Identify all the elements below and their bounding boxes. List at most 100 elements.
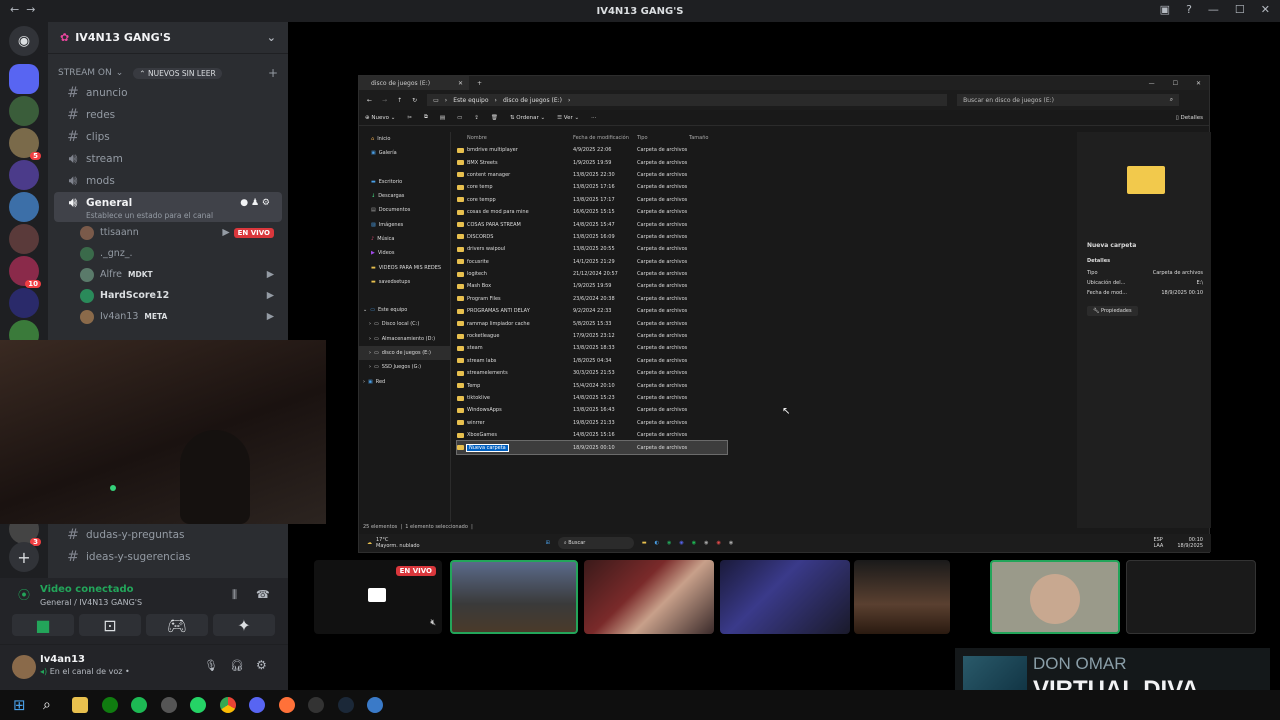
view-button[interactable]: ☰ Ver ⌄ — [557, 115, 579, 121]
search-icon[interactable]: ⌕ — [43, 697, 59, 713]
breadcrumb-item[interactable]: Este equipo — [453, 97, 488, 104]
channel-clips[interactable]: # clips — [54, 126, 282, 148]
file-row[interactable]: Program Files 23/6/2024 20:38 Carpeta de a… — [457, 293, 727, 305]
close-button[interactable]: ✕ — [1261, 3, 1270, 16]
channel-redes[interactable]: # redes — [54, 104, 282, 126]
file-row[interactable]: content manager 13/8/2025 22:30 Carpeta de… — [457, 169, 727, 181]
xbox-icon[interactable]: ◉ — [667, 540, 671, 546]
add-channel-icon[interactable]: + — [268, 66, 278, 80]
video-tile-screenshare[interactable]: EN VIVO 🔇︎ — [314, 560, 442, 634]
chat-icon[interactable]: ● — [240, 198, 248, 208]
screenshare-button[interactable]: ⊡ — [79, 614, 141, 636]
share-icon[interactable]: ⇪ — [474, 115, 479, 121]
language-indicator[interactable]: ESP LAA — [1153, 537, 1163, 549]
video-tile[interactable] — [584, 560, 714, 634]
nav-item[interactable]: ↓ Descargas — [359, 189, 450, 203]
nav-item[interactable]: ♪ Música — [359, 232, 450, 246]
avatar[interactable] — [12, 655, 36, 679]
weather-widget[interactable]: 17°C Mayorm. nublado — [376, 537, 420, 549]
voice-status-subtitle[interactable]: General / IV4N13 GANG'S — [40, 598, 142, 607]
clock[interactable]: 00:10 18/9/2025 — [1177, 537, 1203, 549]
obs-icon[interactable]: ◉ — [729, 540, 733, 546]
file-row[interactable]: Temp 15/4/2024 20:10 Carpeta de archivos — [457, 379, 727, 391]
file-row[interactable]: COSAS PARA STREAM 14/8/2025 15:47 Carpeta … — [457, 218, 727, 230]
channel-anuncio[interactable]: # anuncio — [54, 82, 282, 104]
nav-item[interactable]: ▬ VIDEOS PARA MIS REDES — [359, 260, 450, 274]
inbox-icon[interactable]: ▣ — [1160, 3, 1170, 16]
file-row[interactable]: streamelements 30/3/2025 21:53 Carpeta de … — [457, 367, 727, 379]
rename-icon[interactable]: ▭ — [457, 115, 462, 121]
close-icon[interactable]: ✕ — [458, 80, 463, 87]
video-tile-screen[interactable] — [1126, 560, 1256, 634]
server-icon[interactable]: 5 — [9, 128, 41, 160]
file-row[interactable]: bmdrive multiplayer 4/9/2025 22:06 Carpeta… — [457, 144, 727, 156]
minimize-button[interactable]: — — [1149, 80, 1155, 87]
activity-button[interactable]: 🎮︎ — [146, 614, 208, 636]
file-row[interactable]: Nueva carpeta 18/9/2025 00:10 Carpeta de a… — [456, 440, 728, 455]
server-icon[interactable] — [9, 160, 39, 190]
steam-icon[interactable]: ◉ — [704, 540, 708, 546]
breadcrumb[interactable]: ▭ › Este equipo › disco de juegos (E:) › — [427, 94, 948, 106]
windows-start-icon[interactable]: ⊞ — [13, 697, 29, 713]
camera-button[interactable]: ■ — [12, 614, 74, 636]
whatsapp-icon[interactable] — [190, 697, 206, 713]
file-row[interactable]: core tempp 13/8/2025 17:17 Carpeta de arch… — [457, 194, 727, 206]
video-tile[interactable] — [854, 560, 950, 634]
app-icon[interactable] — [161, 697, 177, 713]
add-server-icon[interactable]: + — [9, 542, 39, 572]
details-button[interactable]: ▯ Detalles — [1176, 115, 1203, 121]
steam-icon[interactable] — [338, 697, 354, 713]
mic-icon[interactable]: 🎙︎ — [204, 659, 218, 672]
nav-item[interactable]: ▬ Escritorio — [359, 175, 450, 189]
new-button[interactable]: ⊕ Nuevo ⌄ — [365, 115, 395, 121]
video-tile[interactable] — [990, 560, 1120, 634]
breadcrumb-item[interactable]: disco de juegos (E:) — [503, 97, 562, 104]
edge-icon[interactable]: ◐ — [655, 540, 659, 546]
close-button[interactable]: ✕ — [1196, 80, 1201, 87]
nav-item[interactable]: ▬ savedsetups — [359, 275, 450, 289]
copy-icon[interactable]: ⧉ — [424, 114, 428, 121]
more-icon[interactable]: ··· — [591, 115, 596, 121]
server-icon[interactable] — [9, 224, 39, 254]
server-icon[interactable] — [9, 192, 39, 222]
nav-item[interactable]: › ▣ Red — [359, 374, 450, 388]
invite-icon[interactable]: ♟ — [251, 198, 259, 208]
nav-item[interactable]: ▣ Galería — [359, 146, 450, 160]
discord-icon[interactable]: ◉ — [679, 540, 683, 546]
voice-user[interactable]: ._gnz_. — [48, 243, 288, 264]
delete-icon[interactable]: 🗑︎ — [491, 115, 498, 121]
nav-item[interactable]: › ▭ Disco local (C:) — [359, 317, 450, 331]
xbox-icon[interactable] — [102, 697, 118, 713]
up-icon[interactable]: ↑ — [397, 97, 402, 104]
maximize-button[interactable]: ☐ — [1235, 3, 1245, 16]
nav-item[interactable]: ▤ Documentos — [359, 203, 450, 217]
cut-icon[interactable]: ✂ — [407, 115, 412, 121]
nav-item[interactable]: › ▭ Almacenamiento (D:) — [359, 332, 450, 346]
nav-item[interactable]: › ▭ disco de juegos (E:) — [359, 345, 450, 361]
soundboard-icon[interactable]: ⫼ — [232, 588, 237, 602]
explorer-tab[interactable]: disco de juegos (E:) ✕ — [359, 76, 469, 90]
file-row[interactable]: drivers waipoul 13/8/2025 20:55 Carpeta de… — [457, 243, 727, 255]
column-name[interactable]: Nombre — [457, 135, 573, 141]
file-row[interactable]: winrrer 19/8/2025 21:33 Carpeta de archivo… — [457, 417, 727, 429]
channel-ideas-y-sugerencias[interactable]: # ideas-y-sugerencias — [54, 546, 282, 568]
discord-icon[interactable] — [249, 697, 265, 713]
file-row[interactable]: stream labs 1/8/2025 04:34 Carpeta de arch… — [457, 355, 727, 367]
refresh-icon[interactable]: ↻ — [412, 97, 417, 104]
server-icon[interactable] — [9, 288, 39, 318]
minimize-button[interactable]: — — [1208, 3, 1219, 16]
column-date[interactable]: Fecha de modificación — [573, 135, 637, 141]
discord-home-icon[interactable]: ◉ — [9, 26, 39, 56]
unread-pill[interactable]: ⌃ NUEVOS SIN LEER — [133, 67, 222, 79]
chrome-icon[interactable]: ◉ — [716, 540, 720, 546]
column-type[interactable]: Tipo — [637, 135, 689, 141]
column-size[interactable]: Tamaño — [689, 135, 708, 141]
file-row[interactable]: PROGRAMAS ANTI DELAY 9/2/2024 22:33 Carpet… — [457, 305, 727, 317]
voice-user[interactable]: Alfre MDKT ▶ — [48, 264, 288, 285]
file-row[interactable]: steam 13/8/2025 18:33 Carpeta de archivos — [457, 342, 727, 354]
file-row[interactable]: rammap limpiador cache 5/8/2025 15:33 Carp… — [457, 317, 727, 329]
back-icon[interactable]: ← — [367, 97, 372, 104]
channel-stream[interactable]: 🔊︎ stream — [54, 148, 282, 170]
category-header[interactable]: STREAM ON ⌄ ⌃ NUEVOS SIN LEER + — [48, 64, 288, 82]
file-row[interactable]: logitech 21/12/2024 20:57 Carpeta de archi… — [457, 268, 727, 280]
